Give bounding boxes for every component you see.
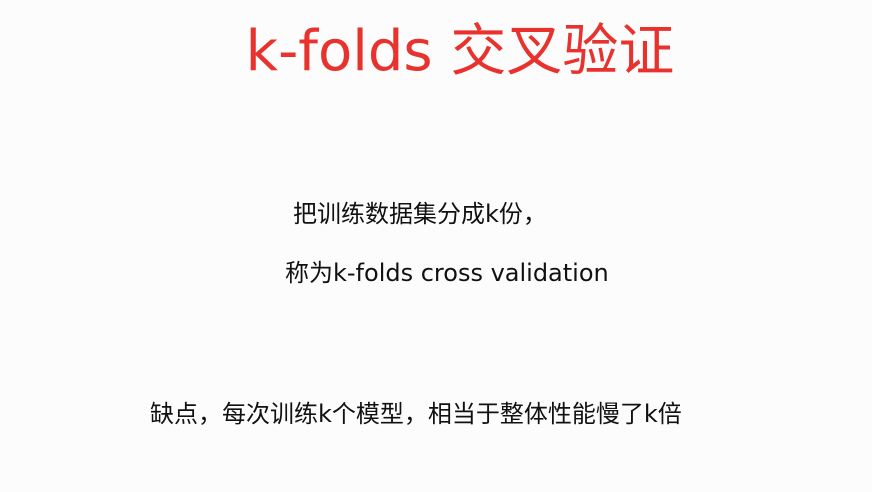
text-line-drawback: 缺点，每次训练k个模型，相当于整体性能慢了k倍 (150, 400, 682, 428)
text-line-definition: 称为k-folds cross validation (285, 259, 609, 287)
slide-title: k-folds 交叉验证 (245, 19, 675, 84)
slide: k-folds 交叉验证 把训练数据集分成k份， 称为k-folds cross… (0, 0, 872, 492)
text-line-split-dataset: 把训练数据集分成k份， (293, 200, 547, 228)
